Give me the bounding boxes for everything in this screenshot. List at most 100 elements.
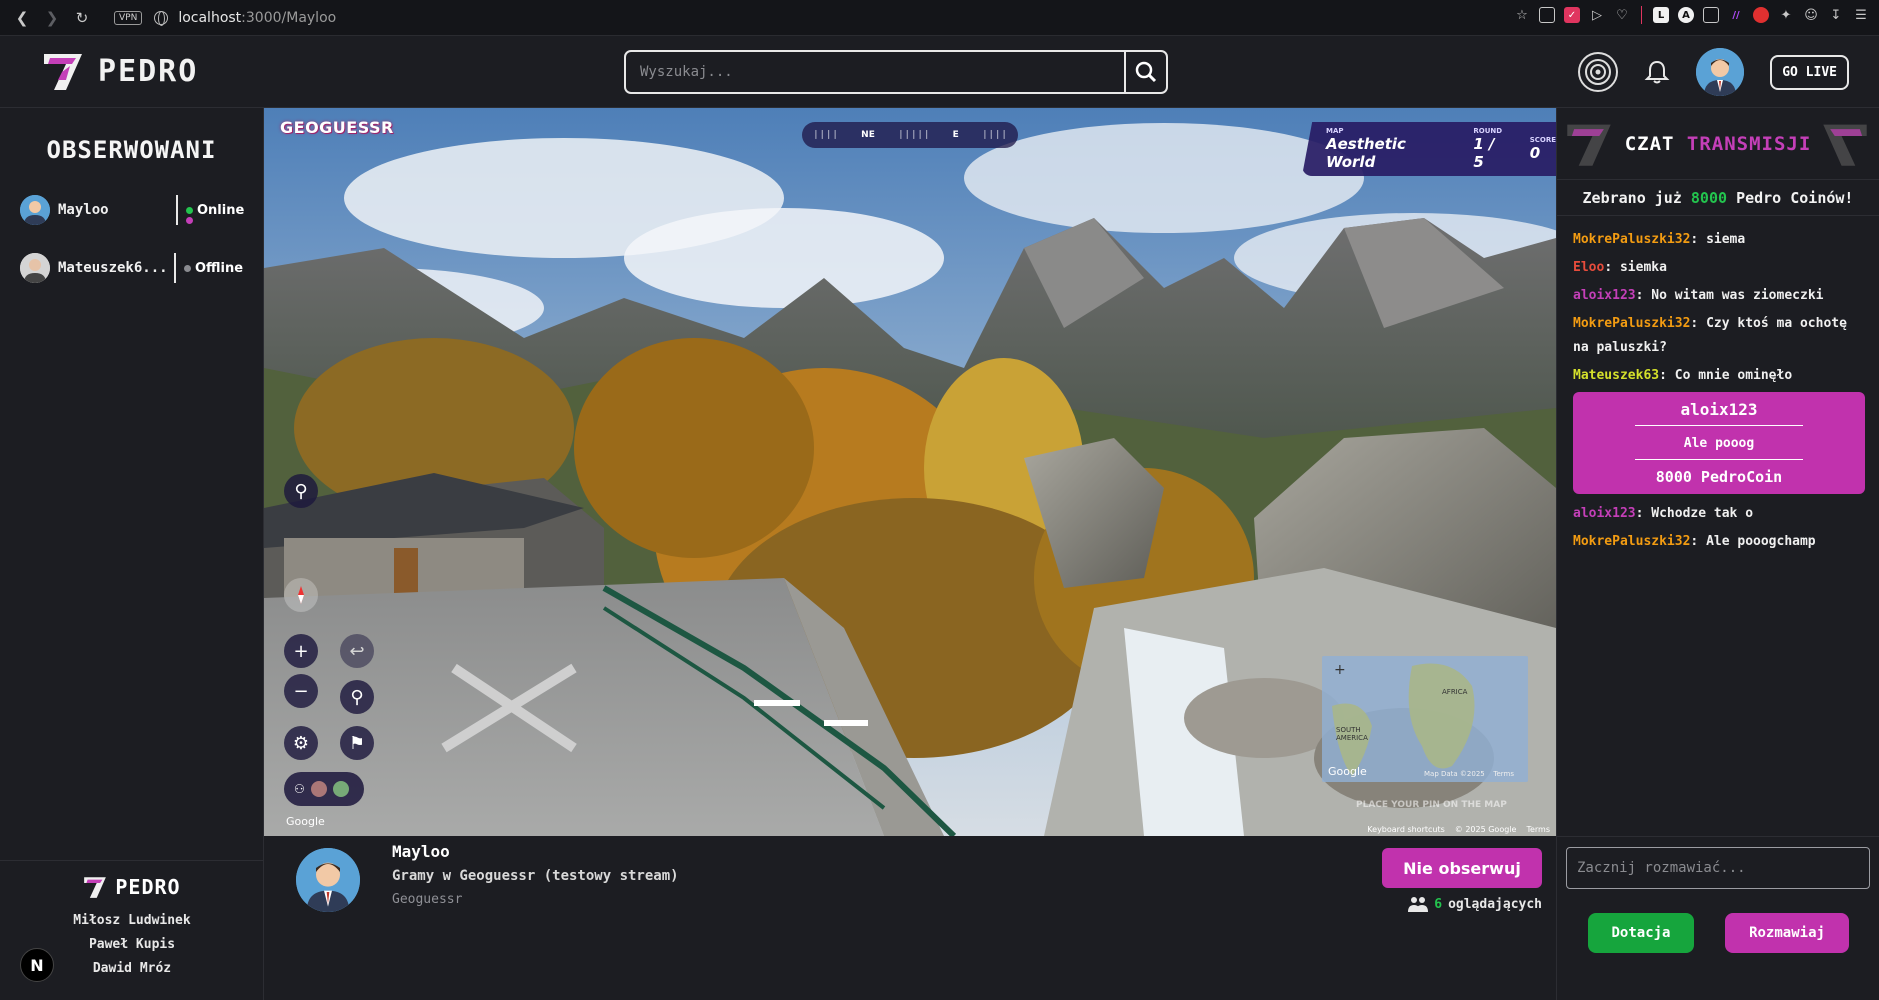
vpn-badge[interactable]: VPN (114, 10, 143, 25)
stream-category[interactable]: Geoguessr (392, 892, 462, 907)
app-header: PEDRO GO LIVE (0, 36, 1879, 108)
place-pin-hint: PLACE YOUR PIN ON THE MAP (1356, 800, 1507, 810)
chat-input-area: Dotacja Rozmawiaj (1557, 836, 1879, 1000)
checkpoint-icon[interactable]: ⚲ (340, 680, 374, 714)
extension-l-icon[interactable]: L (1653, 7, 1669, 23)
followed-item-mayloo[interactable]: Mayloo Online (0, 186, 263, 234)
back-icon[interactable]: ❮ (10, 6, 34, 30)
map-info-panel: MAP Aesthetic World ROUND 1 / 5 SCORE 0 (1302, 122, 1556, 176)
app-logo[interactable]: PEDRO (42, 50, 198, 92)
chat-text: siema (1706, 232, 1746, 247)
pedro-coin-icon[interactable] (1578, 52, 1619, 92)
settings-gear-icon[interactable]: ⚙ (284, 726, 318, 760)
extension-slash-icon[interactable]: // (1728, 7, 1744, 23)
user-avatar[interactable] (1696, 48, 1745, 96)
stream-info: Mayloo Gramy w Geoguessr (testowy stream… (264, 836, 1556, 1000)
address-bar[interactable]: localhost:3000/Mayloo (178, 10, 336, 26)
chat-user[interactable]: aloix123 (1573, 288, 1636, 303)
map-block: MAP Aesthetic World (1326, 127, 1451, 171)
keyboard-shortcuts-link[interactable]: Keyboard shortcuts (1367, 825, 1444, 834)
chat-message: MokrePaluszki32: Ale pooogchamp (1573, 534, 1816, 549)
extension-a-icon[interactable]: A (1678, 7, 1694, 23)
chat-messages: MokrePaluszki32: siema Eloo: siemka aloi… (1557, 216, 1879, 554)
chat-message: MokrePaluszki32: Czy ktoś ma ochotę na p… (1573, 316, 1847, 355)
compass-needle-icon[interactable] (284, 578, 318, 612)
compass-e: E (952, 130, 959, 140)
compass-ne: NE (861, 130, 875, 140)
forward-icon[interactable]: ❯ (40, 6, 64, 30)
chat-user[interactable]: MokrePaluszki32 (1573, 232, 1690, 247)
extensions-icon[interactable]: ✦ (1778, 7, 1794, 23)
separator (1641, 6, 1642, 24)
followed-item-mateuszek[interactable]: Mateuszek6... Offline (0, 244, 263, 292)
bell-icon[interactable] (1644, 59, 1670, 85)
online-dot (186, 206, 193, 214)
send-chat-button[interactable]: Rozmawiaj (1725, 913, 1849, 953)
play-icon[interactable]: ▷ (1589, 7, 1605, 23)
search-button[interactable] (1124, 52, 1166, 92)
chat-text: siemka (1619, 260, 1667, 275)
nextjs-badge[interactable]: N (20, 948, 54, 982)
minimap-label: AFRICA (1442, 688, 1468, 696)
footer-logo-text: PEDRO (115, 875, 181, 899)
chat-message: Mateuszek63: Co mnie ominęło (1573, 368, 1793, 383)
offline-dot (184, 264, 191, 272)
undo-icon[interactable]: ↩ (340, 634, 374, 668)
heart-icon[interactable]: ♡ (1614, 7, 1630, 23)
geoguessr-logo: GEOGUESSR (280, 118, 394, 137)
donate-button[interactable]: Dotacja (1588, 913, 1694, 953)
world-map-icon (1322, 656, 1528, 782)
location-pin-icon[interactable]: ⚲ (284, 474, 318, 508)
map-value: Aesthetic World (1326, 135, 1406, 171)
minimap[interactable]: + AFRICA SOUTH AMERICA Google Map Data ©… (1322, 656, 1528, 782)
chat-text: Co mnie ominęło (1674, 368, 1793, 383)
minimap-expand-icon[interactable]: + (1334, 662, 1346, 678)
google-watermark: Google (286, 815, 325, 828)
viewer-suffix: oglądających (1448, 896, 1542, 912)
chat-user[interactable]: MokrePaluszki32 (1573, 316, 1690, 331)
video-footer: Keyboard shortcuts © 2025 Google Terms (1367, 825, 1550, 834)
chat-logo-right-icon (1823, 124, 1867, 166)
streamer-avatar[interactable] (296, 848, 360, 912)
extension-red-icon[interactable] (1753, 7, 1769, 23)
chat-message: Eloo: siemka (1573, 260, 1667, 275)
chat-input[interactable] (1566, 847, 1870, 889)
chat-user[interactable]: Mateuszek63 (1573, 368, 1659, 383)
donation-message: Ale pooog (1635, 426, 1803, 460)
chat-title-1: CZAT (1624, 132, 1675, 155)
go-live-button[interactable]: GO LIVE (1770, 54, 1849, 90)
search-input[interactable] (626, 52, 1124, 92)
unfollow-button[interactable]: Nie obserwuj (1382, 848, 1542, 888)
chat-message: aloix123: Wchodze tak o (1573, 506, 1754, 521)
menu-icon[interactable]: ☰ (1853, 7, 1869, 23)
chat-user[interactable]: MokrePaluszki32 (1573, 534, 1690, 549)
status-text: Offline (195, 260, 244, 276)
chat-user[interactable]: Eloo (1573, 260, 1604, 275)
streamer-name[interactable]: Mayloo (392, 842, 450, 861)
footer-logo: PEDRO (0, 875, 264, 899)
chat-text: No witam was ziomeczki (1651, 288, 1824, 303)
url-host: localhost (178, 9, 242, 26)
zoom-out-icon[interactable]: − (284, 674, 318, 708)
followed-name: Mayloo (58, 202, 109, 218)
stream-video[interactable]: GEOGUESSR | | | | NE | | | | | E | | | |… (264, 108, 1556, 836)
zoom-in-icon[interactable]: + (284, 634, 318, 668)
flag-icon[interactable]: ⚑ (340, 726, 374, 760)
chat-title-2: TRANSMISJI (1686, 132, 1812, 155)
donation-card: aloix123 Ale pooog 8000 PedroCoin (1573, 392, 1865, 494)
bookmark-icon[interactable]: ☆ (1514, 7, 1530, 23)
minimap-terms[interactable]: Terms (1493, 770, 1514, 778)
terms-link[interactable]: Terms (1526, 825, 1550, 834)
round-block: ROUND 1 / 5 (1473, 127, 1507, 171)
reload-icon[interactable]: ↻ (70, 6, 94, 30)
pocket-icon[interactable]: ✓ (1564, 7, 1580, 23)
chat-user[interactable]: aloix123 (1573, 506, 1636, 521)
download-icon[interactable]: ↧ (1828, 7, 1844, 23)
players-pill[interactable]: ⚇ (284, 772, 364, 806)
account-icon[interactable]: ☺ (1803, 7, 1819, 23)
chat-panel: CZAT TRANSMISJI Zebrano już 8000 Pedro C… (1556, 108, 1879, 1000)
status-text: Online (197, 202, 245, 218)
extension-box-icon[interactable] (1703, 7, 1719, 23)
donation-amount: 8000 PedroCoin (1655, 468, 1783, 486)
screenshot-icon[interactable] (1539, 7, 1555, 23)
